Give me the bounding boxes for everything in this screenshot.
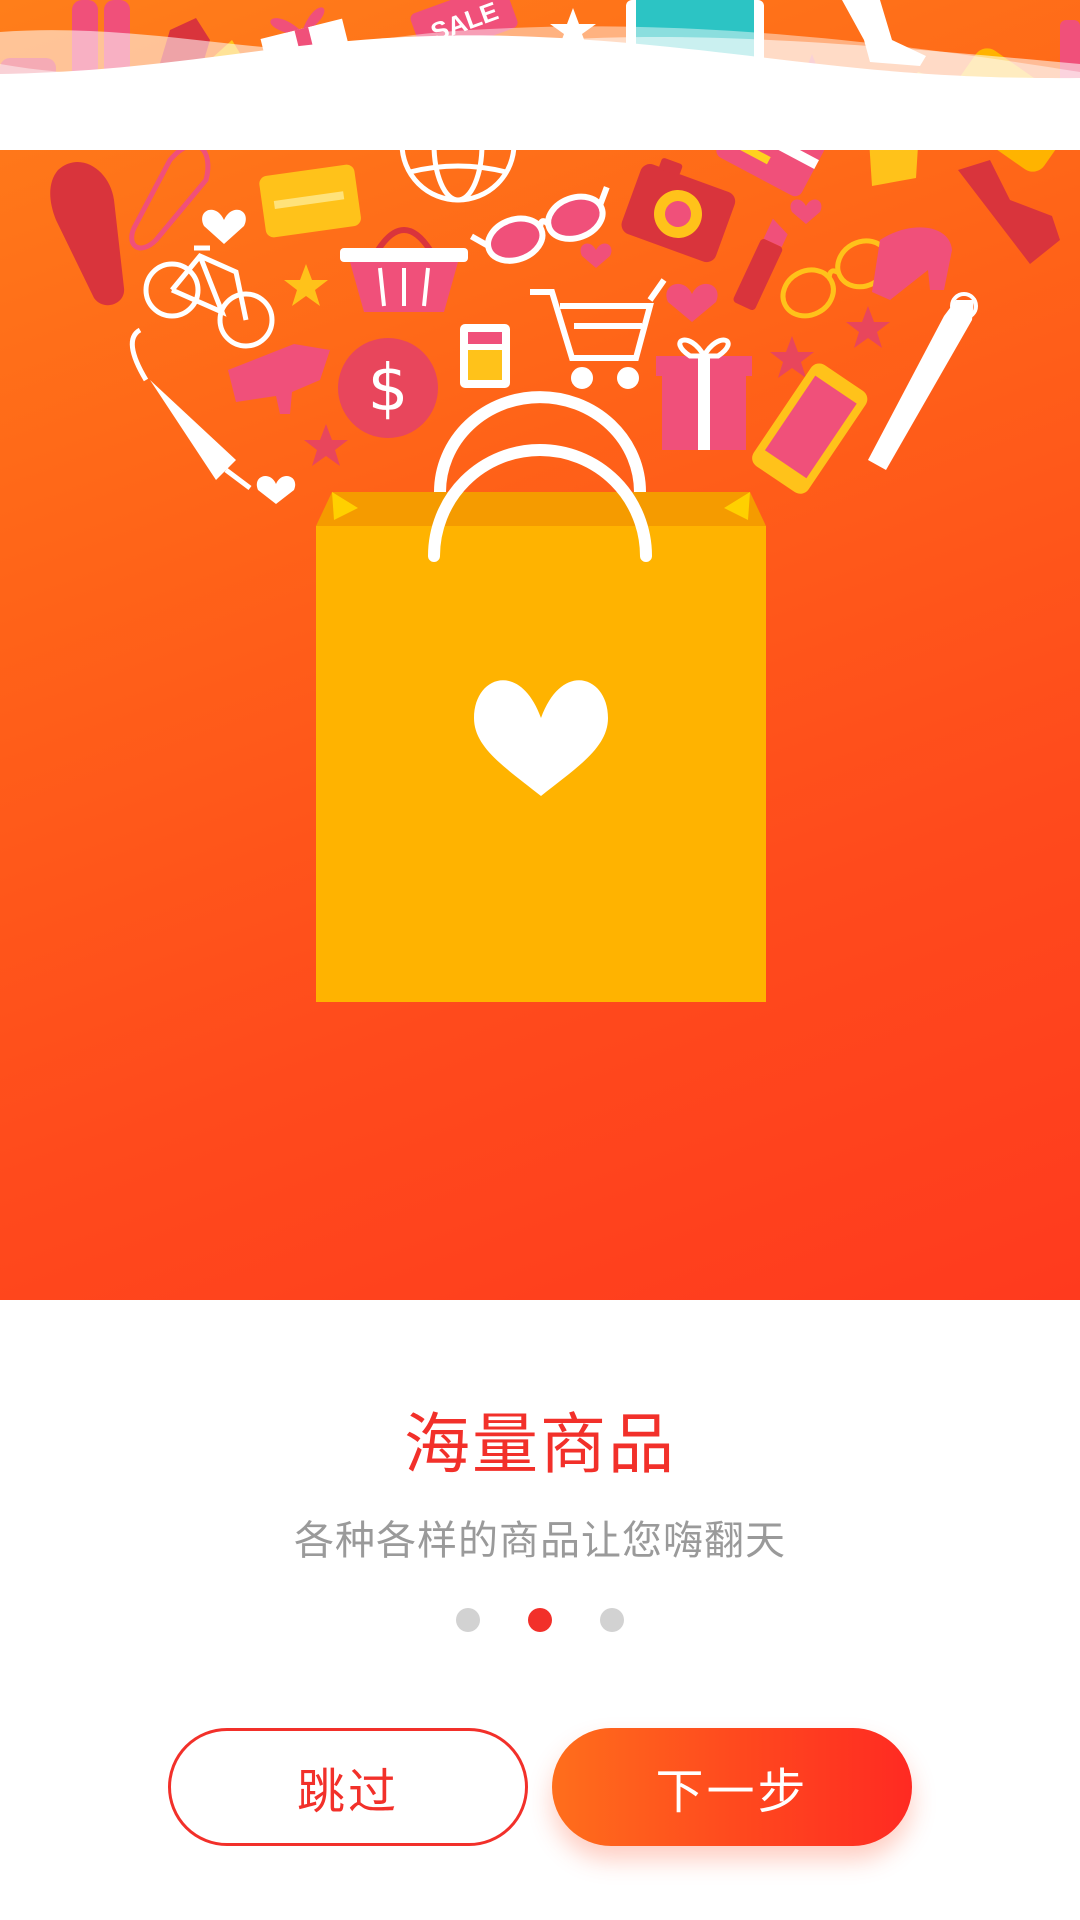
pagination-dots [0,1608,1080,1632]
basket-icon [340,227,468,312]
shopping-illustration: SALE $ [0,0,1080,1002]
dollar-coin-text: $ [368,352,409,426]
pagination-dot-active[interactable] [528,1608,552,1632]
heart-icon [666,283,718,322]
star-icon [284,264,328,306]
onboarding-screen: SALE $ 海量商品 各种各样的商品让您嗨翻天 跳过 下一步 [0,0,1080,1920]
pagination-dot[interactable] [456,1608,480,1632]
calculator-icon [460,324,510,388]
pagination-dot[interactable] [600,1608,624,1632]
skip-button-label: 跳过 [296,1764,399,1820]
shoe-icon [50,161,125,306]
high-heel-icon [228,344,330,414]
heart-icon [580,243,612,268]
heel-shoe-icon [872,227,952,300]
shopping-bag-icon [316,391,766,1002]
gift-icon [656,337,752,450]
phone-icon [752,363,868,494]
dollar-coin-icon: $ [338,338,438,438]
bicycle-icon [143,245,275,349]
star-icon [846,306,890,348]
page-subtitle: 各种各样的商品让您嗨翻天 [294,1518,786,1564]
star-icon [770,336,814,378]
hero-illustration: SALE $ [0,0,1080,1300]
heart-icon [256,476,296,504]
next-button[interactable]: 下一步 [552,1728,912,1846]
skip-button[interactable]: 跳过 [168,1728,528,1846]
heart-icon [790,199,822,224]
next-button-label: 下一步 [655,1764,809,1820]
star-icon [304,424,348,466]
wave-divider [0,26,1080,150]
heart-icon [202,209,246,244]
credit-card-icon [259,164,361,238]
sneaker-icon [958,160,1060,264]
shopping-cart-icon [530,278,667,389]
page-title: 海量商品 [404,1406,676,1483]
camera-icon [621,158,736,263]
umbrella-icon [129,327,252,490]
flat-shoe-icon [129,142,211,251]
